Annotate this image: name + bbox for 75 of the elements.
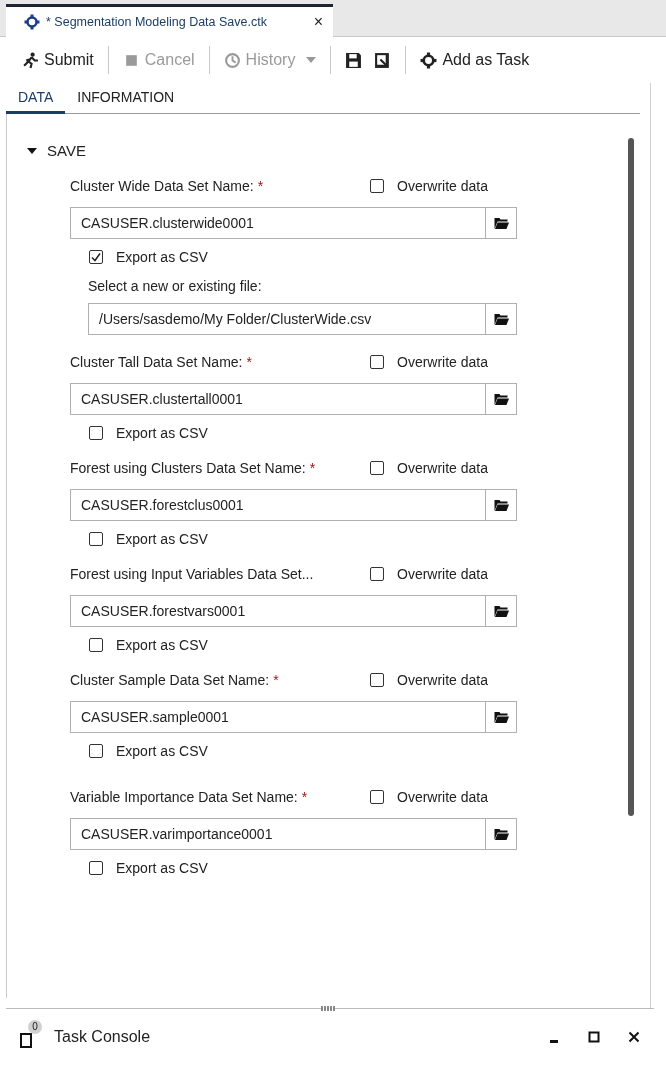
splitter-handle[interactable] [321,1006,335,1011]
input-field[interactable]: CASUSER.clusterwide0001 [70,207,517,239]
required-mark: * [301,789,308,805]
checkbox[interactable]: Overwrite data [370,354,517,370]
folder-icon [492,312,510,326]
add-task-button[interactable]: Add as Task [414,47,536,73]
checkbox[interactable]: Export as CSV [89,425,517,441]
checkbox[interactable]: Overwrite data [370,789,517,805]
runner-icon [22,51,39,69]
field-label: Variable Importance Data Set Name: [70,789,298,805]
field-label: Cluster Tall Data Set Name: [70,354,243,370]
required-mark: * [246,354,252,370]
maximize-button[interactable] [586,1029,602,1045]
tab[interactable]: DATA [6,83,66,114]
checkbox[interactable]: Overwrite data [370,566,517,582]
input-field[interactable]: CASUSER.varimportance0001 [70,818,517,850]
checkbox[interactable]: Export as CSV [89,637,517,653]
count-badge: 0 [28,1020,42,1034]
folder-icon [492,498,510,512]
section-header[interactable]: SAVE [27,142,86,159]
field-label: Cluster Wide Data Set Name: [70,178,254,194]
input-field[interactable]: CASUSER.clustertall0001 [70,383,517,415]
checkbox-label: Overwrite data [397,354,489,370]
checkbox[interactable]: Overwrite data [370,178,517,194]
input-field[interactable]: CASUSER.forestvars0001 [70,595,517,627]
checkbox-label: Export as CSV [116,531,208,547]
checkbox-label: Overwrite data [397,566,489,582]
input-field[interactable]: CASUSER.sample0001 [70,701,517,733]
clock-icon [223,51,241,69]
folder-icon [492,392,510,406]
field-label: Forest using Input Variables Data Set... [70,566,314,582]
checkmark-icon [90,251,102,263]
console-title: Task Console [54,1028,152,1046]
checkbox-label: Export as CSV [116,249,208,265]
checkbox-label: Export as CSV [116,425,208,441]
checkbox-label: Export as CSV [116,743,208,759]
caret-icon [306,57,317,63]
checkbox[interactable]: Overwrite data [370,460,517,476]
task-icon [24,14,40,30]
checkbox[interactable]: Export as CSV [89,860,517,876]
tab[interactable]: INFORMATION [65,83,187,114]
save-as-icon [374,51,392,69]
tab-title: * Segmentation Modeling Data Save.ctk [46,15,268,29]
folder-icon [492,216,510,230]
submit-button[interactable]: Submit [16,47,100,73]
task-icon [420,51,438,69]
document-tab[interactable]: * Segmentation Modeling Data Save.ctk × [6,4,333,37]
checkbox[interactable]: Export as CSV [89,743,517,759]
field-label: Cluster Sample Data Set Name: [70,672,270,688]
close-icon [628,1031,640,1043]
close-button[interactable]: × [313,13,323,31]
checkbox[interactable]: Export as CSV [89,249,517,265]
maximize-icon [588,1031,600,1043]
field-label: Select a new or existing file: [88,278,262,294]
folder-icon [492,710,510,724]
checkbox-label: Overwrite data [397,789,489,805]
close-button[interactable] [626,1029,642,1045]
checkbox[interactable]: Export as CSV [89,531,517,547]
field-label: Forest using Clusters Data Set Name: [70,460,306,476]
checkbox-label: Export as CSV [116,860,208,876]
checkbox-label: Overwrite data [397,178,489,194]
input-field[interactable]: CASUSER.forestclus0001 [70,489,517,521]
folder-icon [492,827,510,841]
minimize-icon [550,1039,558,1043]
checkbox-label: Overwrite data [397,672,489,688]
required-mark: * [273,672,279,688]
required-mark: * [257,178,264,194]
folder-icon [492,604,510,618]
checkbox-label: Export as CSV [116,637,208,653]
caret-icon [27,145,37,156]
checkbox[interactable]: Overwrite data [370,672,517,688]
checkbox-label: Overwrite data [397,460,489,476]
input-field[interactable]: /Users/sasdemo/My Folder/ClusterWide.csv [88,303,517,335]
required-mark: * [309,460,316,476]
scrollbar[interactable] [628,138,634,816]
